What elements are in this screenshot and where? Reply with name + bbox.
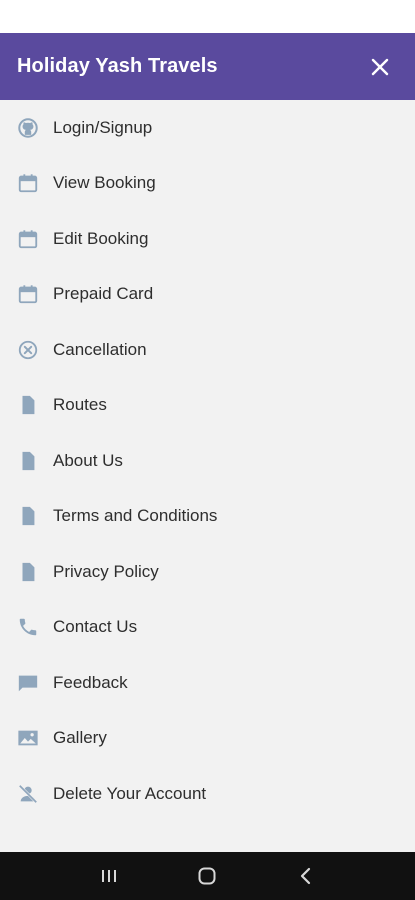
menu-item-gallery[interactable]: Gallery: [0, 711, 415, 767]
chat-icon: [16, 671, 40, 695]
navigation-drawer: Holiday Yash Travels Login/Signup View B…: [0, 33, 415, 852]
system-navigation-bar: [0, 852, 415, 900]
document-icon: [16, 560, 40, 584]
menu-item-prepaid-card[interactable]: Prepaid Card: [0, 267, 415, 323]
menu-item-cancellation[interactable]: Cancellation: [0, 322, 415, 378]
remove-user-icon: [16, 782, 40, 806]
menu-item-label: Feedback: [53, 672, 128, 692]
document-icon: [16, 504, 40, 528]
back-icon: [300, 867, 310, 885]
status-bar: [0, 0, 415, 33]
close-button[interactable]: [363, 50, 397, 84]
menu-item-terms-and-conditions[interactable]: Terms and Conditions: [0, 489, 415, 545]
image-icon: [16, 726, 40, 750]
menu-item-label: Delete Your Account: [53, 783, 207, 803]
document-icon: [16, 393, 40, 417]
cancel-circle-icon: [16, 338, 40, 362]
menu-item-label: Login/Signup: [53, 117, 153, 137]
back-button[interactable]: [286, 856, 326, 896]
github-icon: [16, 116, 40, 140]
calendar-icon: [16, 282, 40, 306]
close-icon: [371, 58, 389, 75]
menu-item-label: About Us: [53, 450, 123, 470]
menu-item-view-booking[interactable]: View Booking: [0, 156, 415, 212]
menu-item-edit-booking[interactable]: Edit Booking: [0, 211, 415, 267]
menu-item-label: Contact Us: [53, 617, 138, 637]
menu-item-label: Privacy Policy: [53, 561, 159, 581]
document-icon: [16, 449, 40, 473]
calendar-icon: [16, 171, 40, 195]
menu-item-login-signup[interactable]: Login/Signup: [0, 100, 415, 156]
menu-item-label: Prepaid Card: [53, 284, 154, 304]
phone-icon: [16, 615, 40, 639]
menu-item-label: Edit Booking: [53, 228, 149, 248]
menu-item-label: Gallery: [53, 728, 107, 748]
recent-apps-button[interactable]: [89, 856, 129, 896]
calendar-icon: [16, 227, 40, 251]
menu-item-delete-account[interactable]: Delete Your Account: [0, 766, 415, 822]
home-icon: [198, 867, 216, 885]
menu-item-label: Terms and Conditions: [53, 506, 218, 526]
drawer-header: Holiday Yash Travels: [0, 33, 415, 100]
menu-item-label: Cancellation: [53, 339, 147, 359]
drawer-menu: Login/Signup View Booking Edit Booking P…: [0, 100, 415, 822]
menu-item-privacy-policy[interactable]: Privacy Policy: [0, 544, 415, 600]
menu-item-contact-us[interactable]: Contact Us: [0, 600, 415, 656]
home-button[interactable]: [187, 856, 227, 896]
menu-item-feedback[interactable]: Feedback: [0, 655, 415, 711]
menu-item-label: Routes: [53, 395, 107, 415]
menu-item-routes[interactable]: Routes: [0, 378, 415, 434]
app-title: Holiday Yash Travels: [17, 55, 218, 77]
recent-apps-icon: [102, 870, 117, 882]
menu-item-about-us[interactable]: About Us: [0, 433, 415, 489]
menu-item-label: View Booking: [53, 173, 156, 193]
